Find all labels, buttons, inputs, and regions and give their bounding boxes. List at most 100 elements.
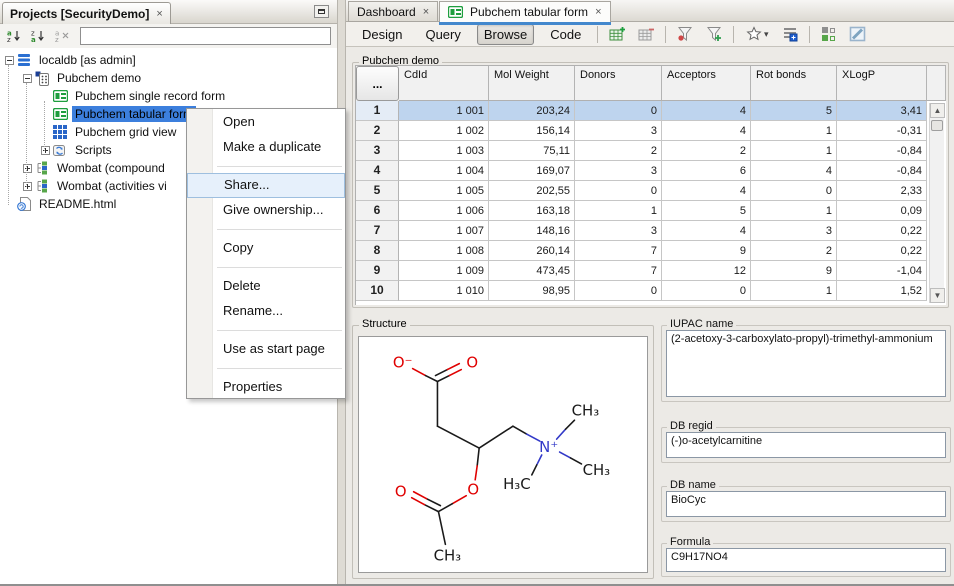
cell[interactable]: 1 004 bbox=[399, 161, 489, 181]
cell[interactable]: 1 007 bbox=[399, 221, 489, 241]
row-header[interactable]: 9 bbox=[356, 261, 399, 281]
mode-code-button[interactable]: Code bbox=[543, 24, 588, 45]
cell[interactable]: 3,41 bbox=[837, 101, 927, 121]
cell[interactable]: 1 010 bbox=[399, 281, 489, 301]
clear-sort-button[interactable]: a z bbox=[52, 27, 72, 45]
column-header-cdid[interactable]: CdId bbox=[399, 66, 489, 101]
menu-item-rename[interactable]: Rename... bbox=[187, 299, 345, 324]
cell[interactable]: 0,22 bbox=[837, 221, 927, 241]
cell[interactable]: 4 bbox=[751, 161, 837, 181]
cell[interactable]: 6 bbox=[662, 161, 751, 181]
cell[interactable]: 7 bbox=[575, 241, 662, 261]
cell[interactable]: 1 bbox=[751, 201, 837, 221]
filter-clear-button[interactable] bbox=[675, 24, 695, 44]
filter-add-button[interactable] bbox=[704, 24, 724, 44]
expand-toggle[interactable] bbox=[20, 177, 34, 195]
menu-item-give-ownership[interactable]: Give ownership... bbox=[187, 198, 345, 223]
cell[interactable]: 2 bbox=[662, 141, 751, 161]
cell[interactable]: 1 bbox=[751, 141, 837, 161]
cell[interactable]: 1 008 bbox=[399, 241, 489, 261]
expand-toggle[interactable] bbox=[20, 159, 34, 177]
tree-filter-input[interactable] bbox=[80, 27, 331, 45]
layout-grid-button[interactable] bbox=[819, 24, 839, 44]
cell[interactable]: 156,14 bbox=[489, 121, 575, 141]
cell[interactable]: 2 bbox=[575, 141, 662, 161]
cell[interactable]: 260,14 bbox=[489, 241, 575, 261]
cell[interactable]: 1 009 bbox=[399, 261, 489, 281]
menu-item-open[interactable]: Open bbox=[187, 110, 345, 135]
table-row[interactable]: 1 1 001 203,24 0 4 5 3,41 bbox=[356, 101, 946, 121]
cell[interactable]: 5 bbox=[662, 201, 751, 221]
row-header[interactable]: 1 bbox=[356, 101, 399, 121]
cell[interactable]: 203,24 bbox=[489, 101, 575, 121]
cell[interactable]: 3 bbox=[575, 161, 662, 181]
scroll-down-button[interactable]: ▼ bbox=[930, 288, 945, 303]
row-header[interactable]: 3 bbox=[356, 141, 399, 161]
column-header-xlogp[interactable]: XLogP bbox=[837, 66, 927, 101]
tab-pubchem-tabular-form[interactable]: Pubchem tabular form × bbox=[439, 1, 611, 22]
mode-query-button[interactable]: Query bbox=[418, 24, 467, 45]
expand-toggle[interactable] bbox=[38, 141, 52, 159]
table-settings-button[interactable] bbox=[780, 24, 800, 44]
cell[interactable]: 0 bbox=[751, 181, 837, 201]
table-row[interactable]: 5 1 005 202,55 0 4 0 2,33 bbox=[356, 181, 946, 201]
cell[interactable]: 1 bbox=[575, 201, 662, 221]
mode-design-button[interactable]: Design bbox=[355, 24, 409, 45]
row-header[interactable]: 10 bbox=[356, 281, 399, 301]
structure-viewer[interactable]: O⁻ O CH₃ N⁺ CH₃ H₃C O O CH₃ bbox=[358, 336, 648, 573]
tree-item-localdb[interactable]: localdb [as admin] bbox=[0, 51, 337, 69]
cell[interactable]: 0,22 bbox=[837, 241, 927, 261]
table-row[interactable]: 9 1 009 473,45 7 12 9 -1,04 bbox=[356, 261, 946, 281]
menu-item-copy[interactable]: Copy bbox=[187, 236, 345, 261]
cell[interactable]: 169,07 bbox=[489, 161, 575, 181]
cell[interactable]: 7 bbox=[575, 261, 662, 281]
formula-field[interactable]: C9H17NO4 bbox=[666, 548, 946, 572]
favorites-button[interactable]: ▾ bbox=[743, 24, 771, 44]
menu-item-use-as-start-page[interactable]: Use as start page bbox=[187, 337, 345, 362]
menu-item-delete[interactable]: Delete bbox=[187, 274, 345, 299]
cell[interactable]: 202,55 bbox=[489, 181, 575, 201]
cell[interactable]: 98,95 bbox=[489, 281, 575, 301]
tree-item-pubchem-demo[interactable]: Pubchem demo bbox=[0, 69, 337, 87]
close-icon[interactable]: × bbox=[156, 8, 162, 20]
db-regid-field[interactable]: (-)o-acetylcarnitine bbox=[666, 432, 946, 458]
column-header-donors[interactable]: Donors bbox=[575, 66, 662, 101]
cell[interactable]: 1 003 bbox=[399, 141, 489, 161]
cell[interactable]: 3 bbox=[575, 121, 662, 141]
cell[interactable]: 4 bbox=[662, 181, 751, 201]
table-row[interactable]: 8 1 008 260,14 7 9 2 0,22 bbox=[356, 241, 946, 261]
cell[interactable]: -0,84 bbox=[837, 141, 927, 161]
form-design-button[interactable] bbox=[848, 24, 868, 44]
cell[interactable]: 3 bbox=[575, 221, 662, 241]
sort-asc-button[interactable]: a z bbox=[4, 27, 24, 45]
close-icon[interactable]: × bbox=[423, 6, 429, 18]
cell[interactable]: 4 bbox=[662, 101, 751, 121]
cell[interactable]: 0,09 bbox=[837, 201, 927, 221]
tree-item-single-record-form[interactable]: Pubchem single record form bbox=[0, 87, 337, 105]
iupac-name-field[interactable]: (2-acetoxy-3-carboxylato-propyl)-trimeth… bbox=[666, 330, 946, 397]
cell[interactable]: 163,18 bbox=[489, 201, 575, 221]
row-header[interactable]: 6 bbox=[356, 201, 399, 221]
scrollbar-thumb[interactable] bbox=[931, 120, 943, 131]
mode-browse-button[interactable]: Browse bbox=[477, 24, 534, 45]
cell[interactable]: -1,04 bbox=[837, 261, 927, 281]
row-header[interactable]: 4 bbox=[356, 161, 399, 181]
cell[interactable]: 75,11 bbox=[489, 141, 575, 161]
cell[interactable]: 0 bbox=[575, 281, 662, 301]
scroll-up-button[interactable]: ▲ bbox=[930, 103, 945, 118]
column-header-acceptors[interactable]: Acceptors bbox=[662, 66, 751, 101]
sort-desc-button[interactable]: z a bbox=[28, 27, 48, 45]
cell[interactable]: -0,84 bbox=[837, 161, 927, 181]
cell[interactable]: 148,16 bbox=[489, 221, 575, 241]
db-name-field[interactable]: BioCyc bbox=[666, 491, 946, 517]
cell[interactable]: -0,31 bbox=[837, 121, 927, 141]
cell[interactable]: 1 bbox=[751, 121, 837, 141]
column-header-mol-weight[interactable]: Mol Weight bbox=[489, 66, 575, 101]
menu-item-make-a-duplicate[interactable]: Make a duplicate bbox=[187, 135, 345, 160]
cell[interactable]: 1 bbox=[751, 281, 837, 301]
table-row[interactable]: 4 1 004 169,07 3 6 4 -0,84 bbox=[356, 161, 946, 181]
remove-widget-button[interactable] bbox=[636, 24, 656, 44]
cell[interactable]: 3 bbox=[751, 221, 837, 241]
cell[interactable]: 1 002 bbox=[399, 121, 489, 141]
cell[interactable]: 4 bbox=[662, 221, 751, 241]
